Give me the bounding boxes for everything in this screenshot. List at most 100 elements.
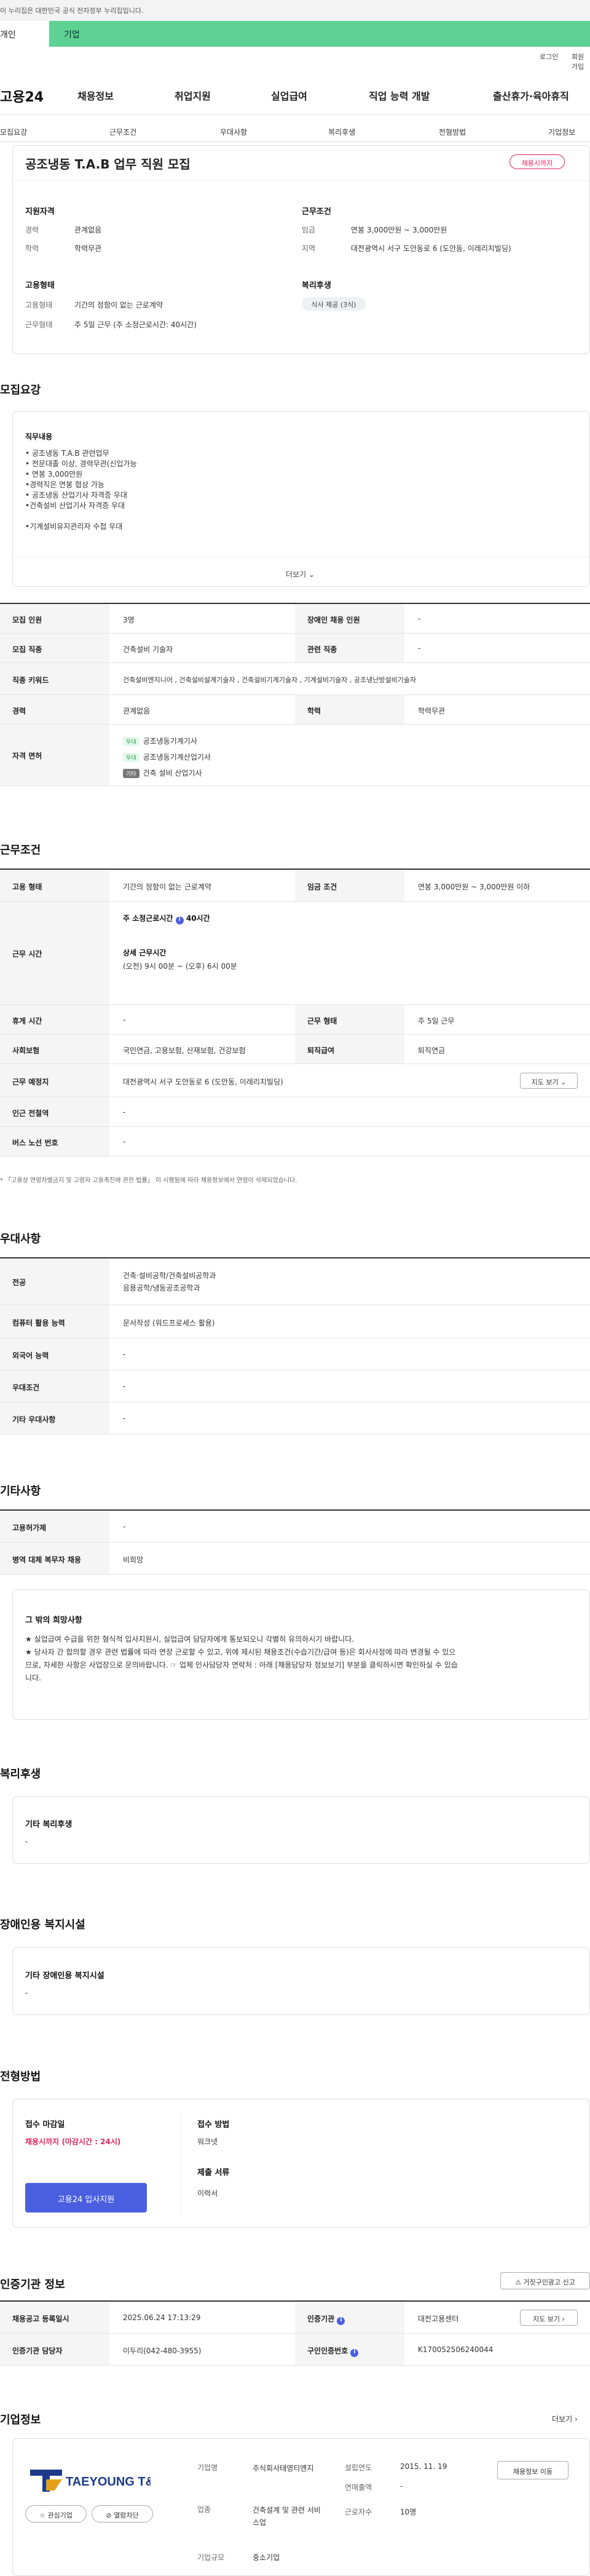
table-row: 근무 예정지 대전광역시 서구 도안동로 6 (도안동, 이레리치빌딩) 지도 … bbox=[0, 1064, 590, 1097]
duty-line: • 연봉 3,000만원 bbox=[25, 470, 83, 479]
company-logo-mark: TAEYOUNG T&G bbox=[30, 2470, 164, 2492]
site-logo[interactable]: 고용24 bbox=[0, 86, 44, 106]
tab-company[interactable]: 기업 bbox=[64, 28, 80, 41]
method-title: 접수 방법 bbox=[197, 2120, 230, 2129]
detail-hours: (오전) 9시 00분 ~ (오후) 6시 00분 bbox=[123, 962, 237, 971]
row-value: 2025.06.24 17:13:29 bbox=[123, 2313, 201, 2322]
table-row: 모집 직종 건축설비 기술자 관련 직종 - bbox=[0, 634, 590, 663]
etc-box-title: 그 밖의 희망사항 bbox=[25, 1616, 82, 1625]
ind-label: 업종 bbox=[197, 2505, 211, 2514]
more-button[interactable]: 더보기 ⌄ bbox=[286, 569, 315, 579]
wage-value: 연봉 3,000만원 ~ 3,000만원 bbox=[351, 226, 447, 234]
tab-personal[interactable]: 개인 bbox=[0, 21, 49, 47]
gnb-training[interactable]: 직업 능력 개발 bbox=[369, 88, 430, 103]
page: 이 누리집은 대한민국 공식 전자정부 누리집입니다. 개인 기업 로그인 회원… bbox=[0, 0, 590, 2576]
etc-line: ★ 실업급여 수급을 위한 형식적 입사지원시, 실업급여 담당자에게 통보되오… bbox=[25, 1635, 355, 1644]
jobs-button[interactable]: 채용정보 이동 bbox=[497, 2461, 568, 2479]
subnav-process[interactable]: 전형방법 bbox=[439, 127, 466, 137]
gnb-jobs[interactable]: 채용정보 bbox=[77, 88, 114, 103]
license-tag: 우대 bbox=[123, 753, 140, 762]
siren-icon: ⚠ bbox=[515, 2278, 521, 2286]
subnav-welfare[interactable]: 복리후생 bbox=[328, 127, 355, 137]
subnav-preference[interactable]: 우대사항 bbox=[220, 127, 247, 137]
row-label: 직종 키워드 bbox=[0, 663, 109, 694]
row-label: 기타 우대사항 bbox=[0, 1402, 109, 1434]
job-title: 공조냉동 T.A.B 업무 직원 모집 bbox=[25, 157, 191, 172]
benefit-title: 기타 복리후생 bbox=[25, 1820, 73, 1829]
duty-card: 직무내용 • 공조냉동 T.A.B 관련업무 • 전문대졸 이상, 경력무관(신… bbox=[12, 411, 590, 587]
table-row: 컴퓨터 활용 능력 문서작성 (워드프로세스 활용) bbox=[0, 1305, 590, 1338]
subnav-company[interactable]: 기업정보 bbox=[548, 127, 575, 137]
process-heading: 전형방법 bbox=[0, 2070, 41, 2083]
deadline-value: 채용시까지 (마감시간 : 24시) bbox=[25, 2137, 121, 2146]
gov-banner: 이 누리집은 대한민국 공식 전자정부 누리집입니다. bbox=[0, 0, 590, 21]
chevron-down-icon: ⌄ bbox=[308, 570, 315, 579]
interest-button[interactable]: ☆ 관심기업 bbox=[25, 2505, 87, 2522]
duty-line: •기계설비유지관리자 수첩 우대 bbox=[25, 522, 123, 531]
report-button[interactable]: ⚠ 거짓구인광고 신고 bbox=[500, 2272, 590, 2289]
map-button-label: 지도 보기 bbox=[531, 1078, 559, 1086]
cond-title: 근무조건 bbox=[302, 207, 331, 217]
name-value: 주식회사태영티앤지 bbox=[253, 2464, 314, 2473]
disability-title: 기타 장애인용 복지시설 bbox=[25, 1971, 104, 1981]
agency-heading: 인증기관 정보 bbox=[0, 2278, 65, 2291]
block-button[interactable]: ⊘ 열람차단 bbox=[92, 2505, 153, 2522]
found-value: 2015. 11. 19 bbox=[400, 2462, 447, 2471]
pref-heading: 우대사항 bbox=[0, 1233, 41, 1246]
duty-line: • 전문대졸 이상, 경력무관(신입가능 bbox=[25, 459, 137, 468]
table-row: 근무 시간 주 소정근로시간 i 40시간 상세 근무시간 (오전) 9시 00… bbox=[0, 902, 590, 1005]
gnb-unemployment-benefit[interactable]: 실업급여 bbox=[271, 88, 307, 103]
login-link[interactable]: 로그인 bbox=[540, 52, 558, 62]
welfare-title: 복리후생 bbox=[302, 281, 331, 290]
duty-list: • 공조냉동 T.A.B 관련업무 • 전문대졸 이상, 경력무관(신입가능 •… bbox=[25, 448, 566, 532]
apply-button[interactable]: 고용24 입사지원 bbox=[25, 2183, 147, 2212]
signup-link[interactable]: 회원가입 bbox=[572, 52, 590, 71]
company-logo: TAEYOUNG T&G bbox=[28, 2461, 164, 2498]
agency-map-button[interactable]: 지도 보기 › bbox=[520, 2310, 578, 2326]
info-icon[interactable]: i bbox=[350, 2349, 359, 2357]
row-value: 연봉 3,000만원 ~ 3,000만원 이하 bbox=[418, 883, 530, 891]
no-label: 구인인증번호 bbox=[307, 2347, 348, 2355]
license-item: 우대 공조냉동기계기사 bbox=[123, 736, 197, 746]
block-label: 열람차단 bbox=[114, 2511, 139, 2519]
row-label: 근무 형태 bbox=[295, 1005, 404, 1034]
row-value: 주 5일 근무 bbox=[418, 1017, 455, 1025]
disability-card: 기타 장애인용 복지시설 - bbox=[12, 1947, 590, 2015]
worktype-label: 근무형태 bbox=[25, 320, 53, 329]
divider bbox=[13, 180, 589, 181]
company-more-link[interactable]: 더보기 › bbox=[552, 2414, 578, 2424]
row-label: 휴게 시간 bbox=[0, 1005, 109, 1034]
area-value: 대전광역시 서구 도안동로 6 (도안동, 이레리치빌딩) bbox=[351, 244, 511, 253]
agency-table: 채용공고 등록일시 2025.06.24 17:13:29 인증기관 i 대전고… bbox=[0, 2300, 590, 2366]
emp-title: 고용형태 bbox=[25, 281, 55, 290]
star-icon: ☆ bbox=[39, 2511, 45, 2519]
table-row: 자격 면허 우대 공조냉동기계기사 우대 공조냉동기계산업기사 기타 건축 설비 산업… bbox=[0, 725, 590, 786]
sales-label: 연매출액 bbox=[345, 2483, 372, 2492]
map-button[interactable]: 지도 보기 ⌄ bbox=[520, 1073, 578, 1089]
table-row: 사회보험 국민연금, 고용보험, 산재보험, 건강보험 퇴직급여 퇴직연금 bbox=[0, 1035, 590, 1064]
table-row: 고용 형태 기간의 정함이 없는 근로계약 임금 조건 연봉 3,000만원 ~… bbox=[0, 870, 590, 902]
welfare-tag: 식사 제공 (3식) bbox=[302, 297, 366, 311]
row-value: - bbox=[123, 1350, 126, 1359]
table-row: 기타 우대사항 - bbox=[0, 1402, 590, 1434]
divider bbox=[181, 2112, 182, 2216]
etc-line: 므로, 자세한 사항은 사업장으로 문의바랍니다. ☞ 업체 인사담당자 연락처… bbox=[25, 1661, 458, 1669]
gnb-leave[interactable]: 출산휴가·육아휴직 bbox=[493, 88, 569, 103]
subnav-conditions[interactable]: 근무조건 bbox=[109, 127, 136, 137]
table-row: 고용허가제 - bbox=[0, 1511, 590, 1543]
info-icon[interactable]: i bbox=[175, 916, 184, 924]
row-value: 문서작성 (워드프로세스 활용) bbox=[123, 1319, 215, 1327]
work-table: 고용 형태 기간의 정함이 없는 근로계약 임금 조건 연봉 3,000만원 ~… bbox=[0, 869, 590, 1164]
row-label: 컴퓨터 활용 능력 bbox=[0, 1305, 109, 1338]
table-row: 채용공고 등록일시 2025.06.24 17:13:29 인증기관 i 대전고… bbox=[0, 2302, 590, 2334]
license-tag: 우대 bbox=[123, 737, 140, 746]
info-icon[interactable]: i bbox=[337, 2317, 345, 2325]
sales-value: - bbox=[400, 2482, 403, 2491]
chevron-down-icon: ⌄ bbox=[560, 1078, 567, 1086]
gnb-employment-support[interactable]: 취업지원 bbox=[175, 88, 211, 103]
subnav-recruit[interactable]: 모집요강 bbox=[0, 127, 27, 137]
license-name: 건축 설비 산업기사 bbox=[143, 769, 202, 777]
worktype-value: 주 5일 근무 (주 소정근로시간: 40시간) bbox=[74, 320, 197, 329]
row-value: - bbox=[123, 1137, 126, 1146]
row-label: 고용 형태 bbox=[0, 870, 109, 901]
